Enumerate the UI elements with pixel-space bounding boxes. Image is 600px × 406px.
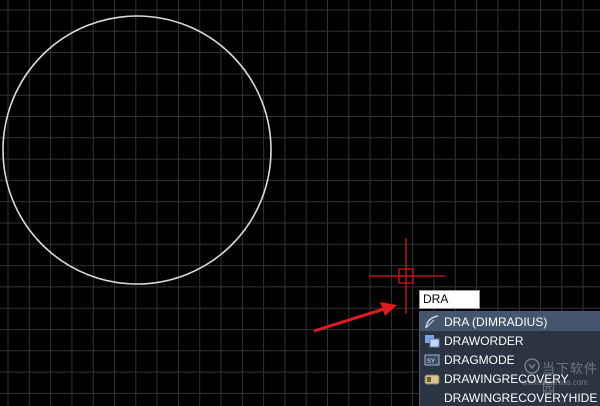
watermark-logo-icon <box>524 358 540 377</box>
autocomplete-item-label: DRA (DIMRADIUS) <box>444 314 548 329</box>
autocomplete-item-dimradius[interactable]: DRA (DIMRADIUS) <box>420 312 600 331</box>
watermark-text: 当下软件园 <box>542 361 599 395</box>
dimradius-icon <box>424 314 440 330</box>
drawingrecovery-icon <box>424 371 440 387</box>
arrow-annotation-icon <box>313 302 397 333</box>
autocomplete-item-draworder[interactable]: DRAWORDER <box>420 331 600 350</box>
watermark-url: www.downxia.com <box>522 378 588 387</box>
autocomplete-item-label: DRAGMODE <box>444 352 515 367</box>
blank-icon <box>424 390 440 406</box>
dragmode-icon: SY <box>424 352 440 368</box>
watermark: 当下软件园 www.downxia.com <box>520 356 600 400</box>
draworder-icon <box>424 333 440 349</box>
autocomplete-item-label: DRAWORDER <box>444 333 524 348</box>
dynamic-command-input[interactable]: DRA <box>419 290 480 309</box>
svg-text:SY: SY <box>427 359 435 365</box>
